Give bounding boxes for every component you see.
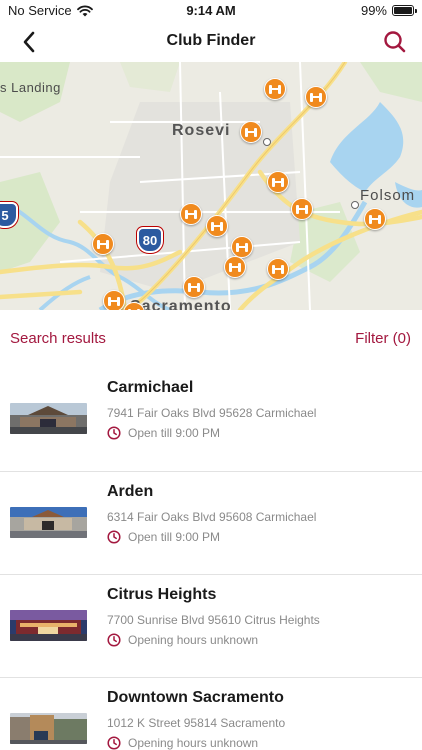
filter-button[interactable]: Filter (0) (355, 330, 411, 347)
club-map-pin[interactable] (180, 203, 202, 225)
map-label-sacramento: Sacramento (130, 298, 232, 310)
map-label-landing: s Landing (0, 80, 61, 95)
club-map-pin[interactable] (240, 121, 262, 143)
club-hours: Open till 9:00 PM (107, 530, 220, 544)
dumbbell-icon (296, 204, 308, 214)
club-map-pin[interactable] (183, 276, 205, 298)
club-address: 7941 Fair Oaks Blvd 95628 Carmichael (107, 406, 317, 420)
nav-bar: Club Finder (0, 22, 422, 62)
club-map-pin[interactable] (267, 258, 289, 280)
dumbbell-icon (188, 282, 200, 292)
battery-percent: 99% (360, 3, 387, 18)
club-name: Downtown Sacramento (107, 689, 284, 706)
list-item[interactable]: Downtown Sacramento 1012 K Street 95814 … (0, 677, 422, 750)
status-right: 99% (360, 3, 417, 18)
club-address: 1012 K Street 95814 Sacramento (107, 716, 286, 730)
clock-icon (107, 633, 121, 647)
results-header: Search results Filter (0) (0, 310, 422, 368)
dumbbell-icon (229, 262, 241, 272)
dumbbell-icon (272, 177, 284, 187)
status-bar: No Service 9:14 AM 99% (0, 0, 422, 22)
club-map-pin[interactable] (305, 86, 327, 108)
interstate-80-shield: 80 (137, 227, 163, 253)
club-map-pin[interactable] (92, 233, 114, 255)
clock-icon (107, 426, 121, 440)
club-name: Citrus Heights (107, 586, 217, 603)
dumbbell-icon (236, 242, 248, 252)
list-item[interactable]: Arden 6314 Fair Oaks Blvd 95608 Carmicha… (0, 471, 422, 574)
results-list: Carmichael 7941 Fair Oaks Blvd 95628 Car… (0, 368, 422, 750)
club-map-pin[interactable] (224, 256, 246, 278)
battery-icon (392, 5, 417, 16)
dumbbell-icon (272, 264, 284, 274)
dumbbell-icon (185, 209, 197, 219)
club-map-pin[interactable] (364, 208, 386, 230)
club-address: 6314 Fair Oaks Blvd 95608 Carmichael (107, 510, 317, 524)
club-hours-text: Opening hours unknown (128, 736, 259, 750)
club-name: Carmichael (107, 379, 194, 396)
club-hours: Open till 9:00 PM (107, 426, 220, 440)
map-label-roseville: Rosevi (172, 122, 231, 139)
list-item[interactable]: Carmichael 7941 Fair Oaks Blvd 95628 Car… (0, 368, 422, 471)
dumbbell-icon (310, 92, 322, 102)
club-address: 7700 Sunrise Blvd 95610 Citrus Heights (107, 613, 320, 627)
club-map-pin[interactable] (291, 198, 313, 220)
club-thumbnail (10, 610, 87, 641)
list-item[interactable]: Citrus Heights 7700 Sunrise Blvd 95610 C… (0, 574, 422, 677)
status-time: 9:14 AM (186, 3, 236, 18)
club-map-pin[interactable] (231, 236, 253, 258)
club-map-pin[interactable] (103, 290, 125, 310)
clock-icon (107, 736, 121, 750)
map-label-folsom: Folsom (360, 187, 416, 204)
dumbbell-icon (245, 127, 257, 137)
club-map-pin[interactable] (206, 215, 228, 237)
dumbbell-icon (369, 214, 381, 224)
club-hours-text: Opening hours unknown (128, 633, 259, 647)
clock-icon (107, 530, 121, 544)
folsom-town-dot (351, 201, 359, 209)
club-hours-text: Open till 9:00 PM (128, 530, 221, 544)
dumbbell-icon (211, 221, 223, 231)
club-name: Arden (107, 483, 154, 500)
roseville-town-dot (263, 138, 271, 146)
search-icon (384, 31, 406, 53)
club-hours-text: Open till 9:00 PM (128, 426, 221, 440)
club-thumbnail (10, 403, 87, 434)
club-thumbnail (10, 713, 87, 744)
club-map-pin[interactable] (267, 171, 289, 193)
dumbbell-icon (108, 296, 120, 306)
dumbbell-icon (269, 84, 281, 94)
dumbbell-icon (97, 239, 109, 249)
page-title: Club Finder (166, 32, 256, 49)
club-thumbnail (10, 507, 87, 538)
club-map-pin[interactable] (264, 78, 286, 100)
club-hours: Opening hours unknown (107, 736, 258, 750)
search-button[interactable] (380, 28, 410, 56)
club-hours: Opening hours unknown (107, 633, 258, 647)
map-base (0, 62, 422, 310)
results-title: Search results (10, 330, 106, 347)
club-map[interactable]: s Landing Rosevi Folsom Sacramento 80 5 (0, 62, 422, 310)
